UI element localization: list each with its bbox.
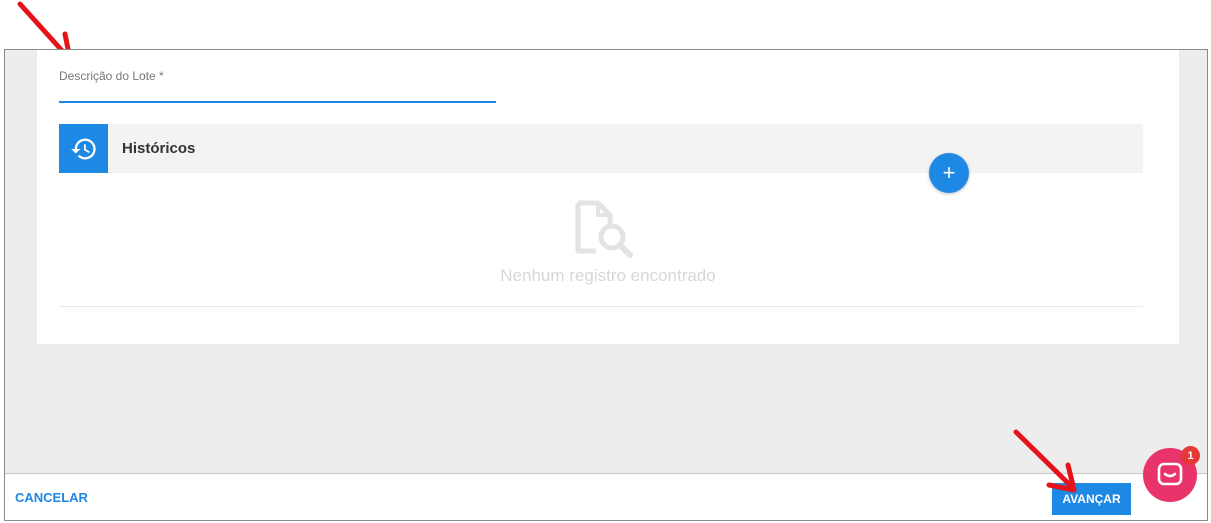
history-icon-box <box>59 124 108 173</box>
file-search-icon <box>575 200 633 258</box>
history-icon <box>70 138 96 159</box>
empty-state-message: Nenhum registro encontrado <box>500 266 716 285</box>
history-section-header: Históricos <box>59 124 1143 173</box>
annotation-arrow-bottom <box>1013 429 1077 493</box>
history-title: Históricos <box>122 140 196 157</box>
chat-notification-badge: 1 <box>1181 446 1200 465</box>
cancel-button[interactable]: CANCELAR <box>15 490 88 505</box>
description-input[interactable] <box>59 101 496 103</box>
description-field-label: Descrição do Lote * <box>59 69 164 83</box>
chat-bubble-icon <box>1157 462 1183 486</box>
divider <box>59 306 1143 307</box>
add-history-button[interactable]: + <box>929 153 969 193</box>
form-card: Descrição do Lote * Históricos + Nenhum … <box>37 50 1179 344</box>
